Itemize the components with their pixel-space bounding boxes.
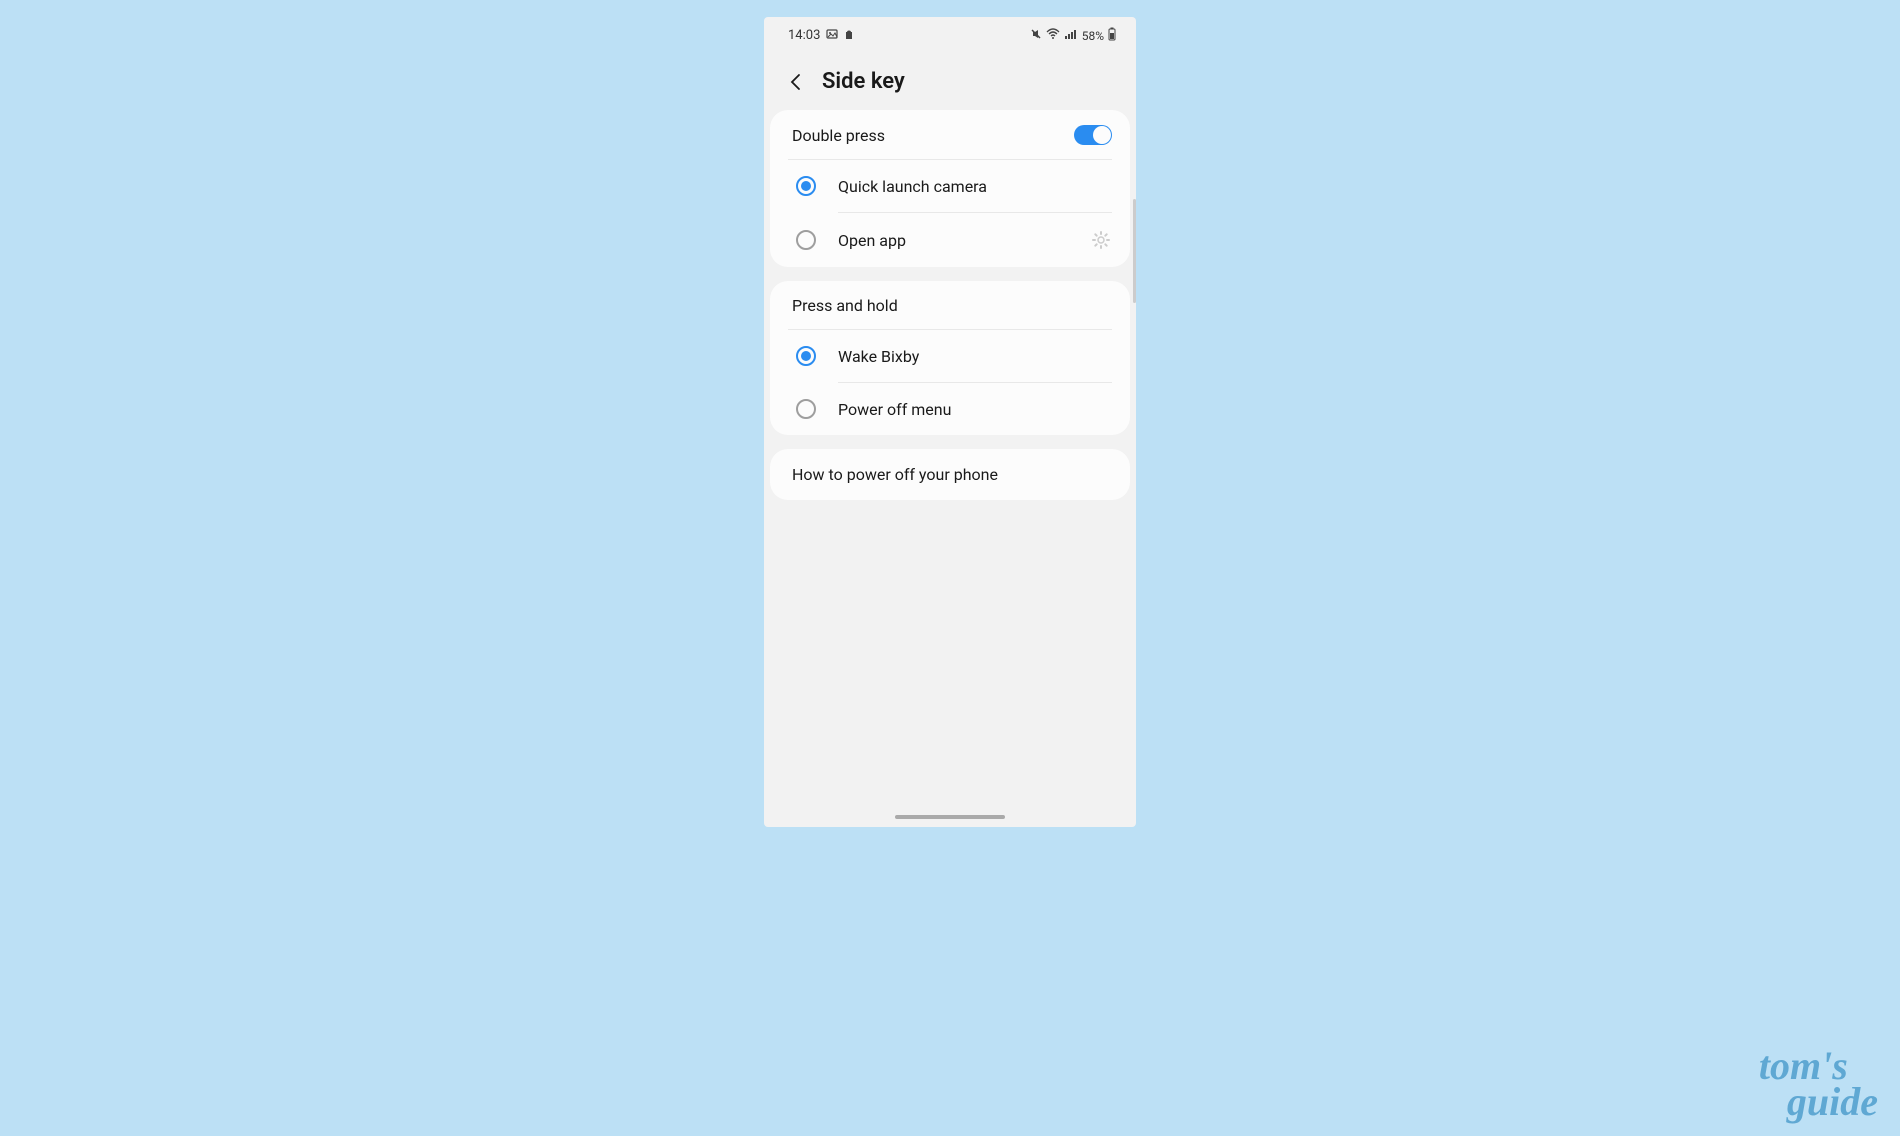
status-right: 58%: [1030, 27, 1116, 44]
radio-unselected-icon: [796, 230, 816, 250]
watermark-logo: tom's guide: [1759, 1048, 1878, 1120]
press-and-hold-title: Press and hold: [792, 296, 898, 315]
back-button[interactable]: [786, 72, 806, 92]
battery-icon: [1108, 27, 1116, 44]
scrollbar[interactable]: [1133, 199, 1136, 303]
status-left: 14:03: [788, 28, 854, 44]
gear-icon[interactable]: [1090, 229, 1112, 251]
status-time: 14:03: [788, 28, 820, 43]
radio-unselected-icon: [796, 399, 816, 419]
quick-launch-camera-option[interactable]: Quick launch camera: [770, 160, 1130, 212]
home-indicator[interactable]: [895, 815, 1005, 819]
wake-bixby-option[interactable]: Wake Bixby: [770, 330, 1130, 382]
open-app-label: Open app: [838, 231, 1068, 250]
mute-icon: [1030, 28, 1042, 43]
phone-screen: 14:03 58% S: [764, 17, 1136, 827]
power-off-menu-label: Power off menu: [838, 400, 1112, 419]
status-bar: 14:03 58%: [764, 17, 1136, 49]
double-press-header: Double press: [770, 110, 1130, 159]
battery-percent: 58%: [1082, 29, 1104, 43]
image-icon: [826, 28, 838, 44]
quick-launch-camera-label: Quick launch camera: [838, 177, 1112, 196]
press-and-hold-section: Press and hold Wake Bixby Power off menu: [770, 281, 1130, 435]
watermark-line2: guide: [1787, 1084, 1878, 1120]
power-off-help-link[interactable]: How to power off your phone: [770, 449, 1130, 500]
page-title: Side key: [822, 69, 905, 94]
power-off-help-label: How to power off your phone: [792, 465, 1108, 484]
wifi-icon: [1046, 28, 1060, 43]
page-header: Side key: [764, 49, 1136, 110]
double-press-title: Double press: [792, 126, 885, 145]
double-press-toggle[interactable]: [1074, 125, 1112, 145]
open-app-option[interactable]: Open app: [770, 213, 1130, 267]
bag-icon: [844, 28, 854, 44]
radio-selected-icon: [796, 176, 816, 196]
radio-selected-icon: [796, 346, 816, 366]
wake-bixby-label: Wake Bixby: [838, 347, 1112, 366]
press-and-hold-header: Press and hold: [770, 281, 1130, 329]
toggle-knob: [1093, 126, 1111, 144]
power-off-menu-option[interactable]: Power off menu: [770, 383, 1130, 435]
signal-icon: [1064, 28, 1078, 43]
double-press-section: Double press Quick launch camera Open ap…: [770, 110, 1130, 267]
